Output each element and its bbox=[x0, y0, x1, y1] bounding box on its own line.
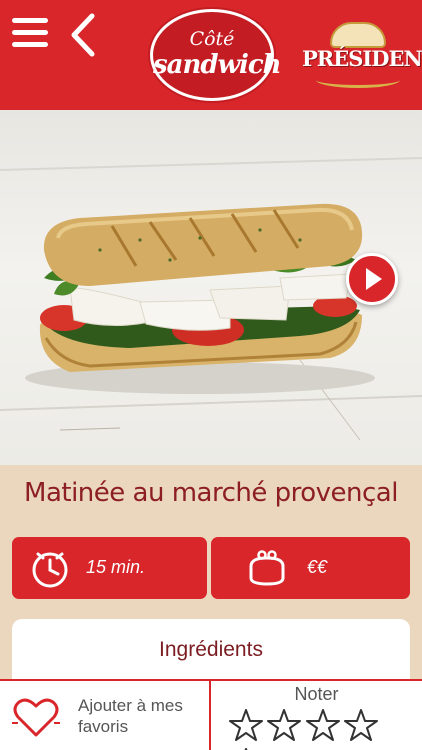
prep-time-value: 15 min. bbox=[86, 557, 146, 577]
play-arrow-icon bbox=[366, 268, 382, 290]
hamburger-menu-icon bbox=[12, 18, 50, 47]
star-outline-icon[interactable] bbox=[229, 708, 263, 742]
rating-stars bbox=[229, 708, 409, 750]
clock-icon bbox=[32, 552, 68, 588]
star-outline-icon[interactable] bbox=[344, 708, 379, 742]
purse-icon bbox=[249, 550, 285, 586]
next-recipe-button[interactable] bbox=[346, 253, 398, 305]
menu-button[interactable] bbox=[12, 18, 50, 52]
laurel-icon bbox=[316, 72, 400, 88]
rating-section: Noter bbox=[211, 681, 422, 750]
president-brand-logo: PRÉSIDENT bbox=[302, 20, 422, 90]
brand-emblem-icon bbox=[330, 22, 386, 48]
logo-line-1: Côté bbox=[189, 28, 235, 50]
star-outline-icon[interactable] bbox=[267, 708, 302, 742]
rating-label: Noter bbox=[294, 684, 339, 704]
recipe-title: Matinée au marché provençal bbox=[24, 478, 398, 508]
app-header: Côté sandwich PRÉSIDENT bbox=[0, 0, 422, 110]
back-button[interactable] bbox=[66, 12, 100, 58]
chevron-left-icon bbox=[71, 13, 95, 57]
cost-box: €€ bbox=[211, 537, 410, 599]
cost-value: €€ bbox=[307, 557, 328, 577]
recipe-photo bbox=[0, 110, 422, 465]
prep-time-box: 15 min. bbox=[12, 537, 207, 599]
add-to-favorites-button[interactable]: Ajouter à mes favoris bbox=[0, 681, 209, 750]
star-outline-icon[interactable] bbox=[305, 708, 340, 742]
cote-sandwich-logo[interactable]: Côté sandwich bbox=[150, 9, 282, 101]
brand-name: PRÉSIDENT bbox=[302, 46, 422, 71]
bottom-action-bar: Ajouter à mes favoris Noter bbox=[0, 679, 422, 750]
heart-icon bbox=[12, 698, 60, 737]
tab-ingredients[interactable]: Ingrédients bbox=[12, 619, 410, 679]
logo-line-2: sandwich bbox=[153, 50, 282, 80]
favorites-label: Ajouter à mes favoris bbox=[78, 696, 183, 736]
